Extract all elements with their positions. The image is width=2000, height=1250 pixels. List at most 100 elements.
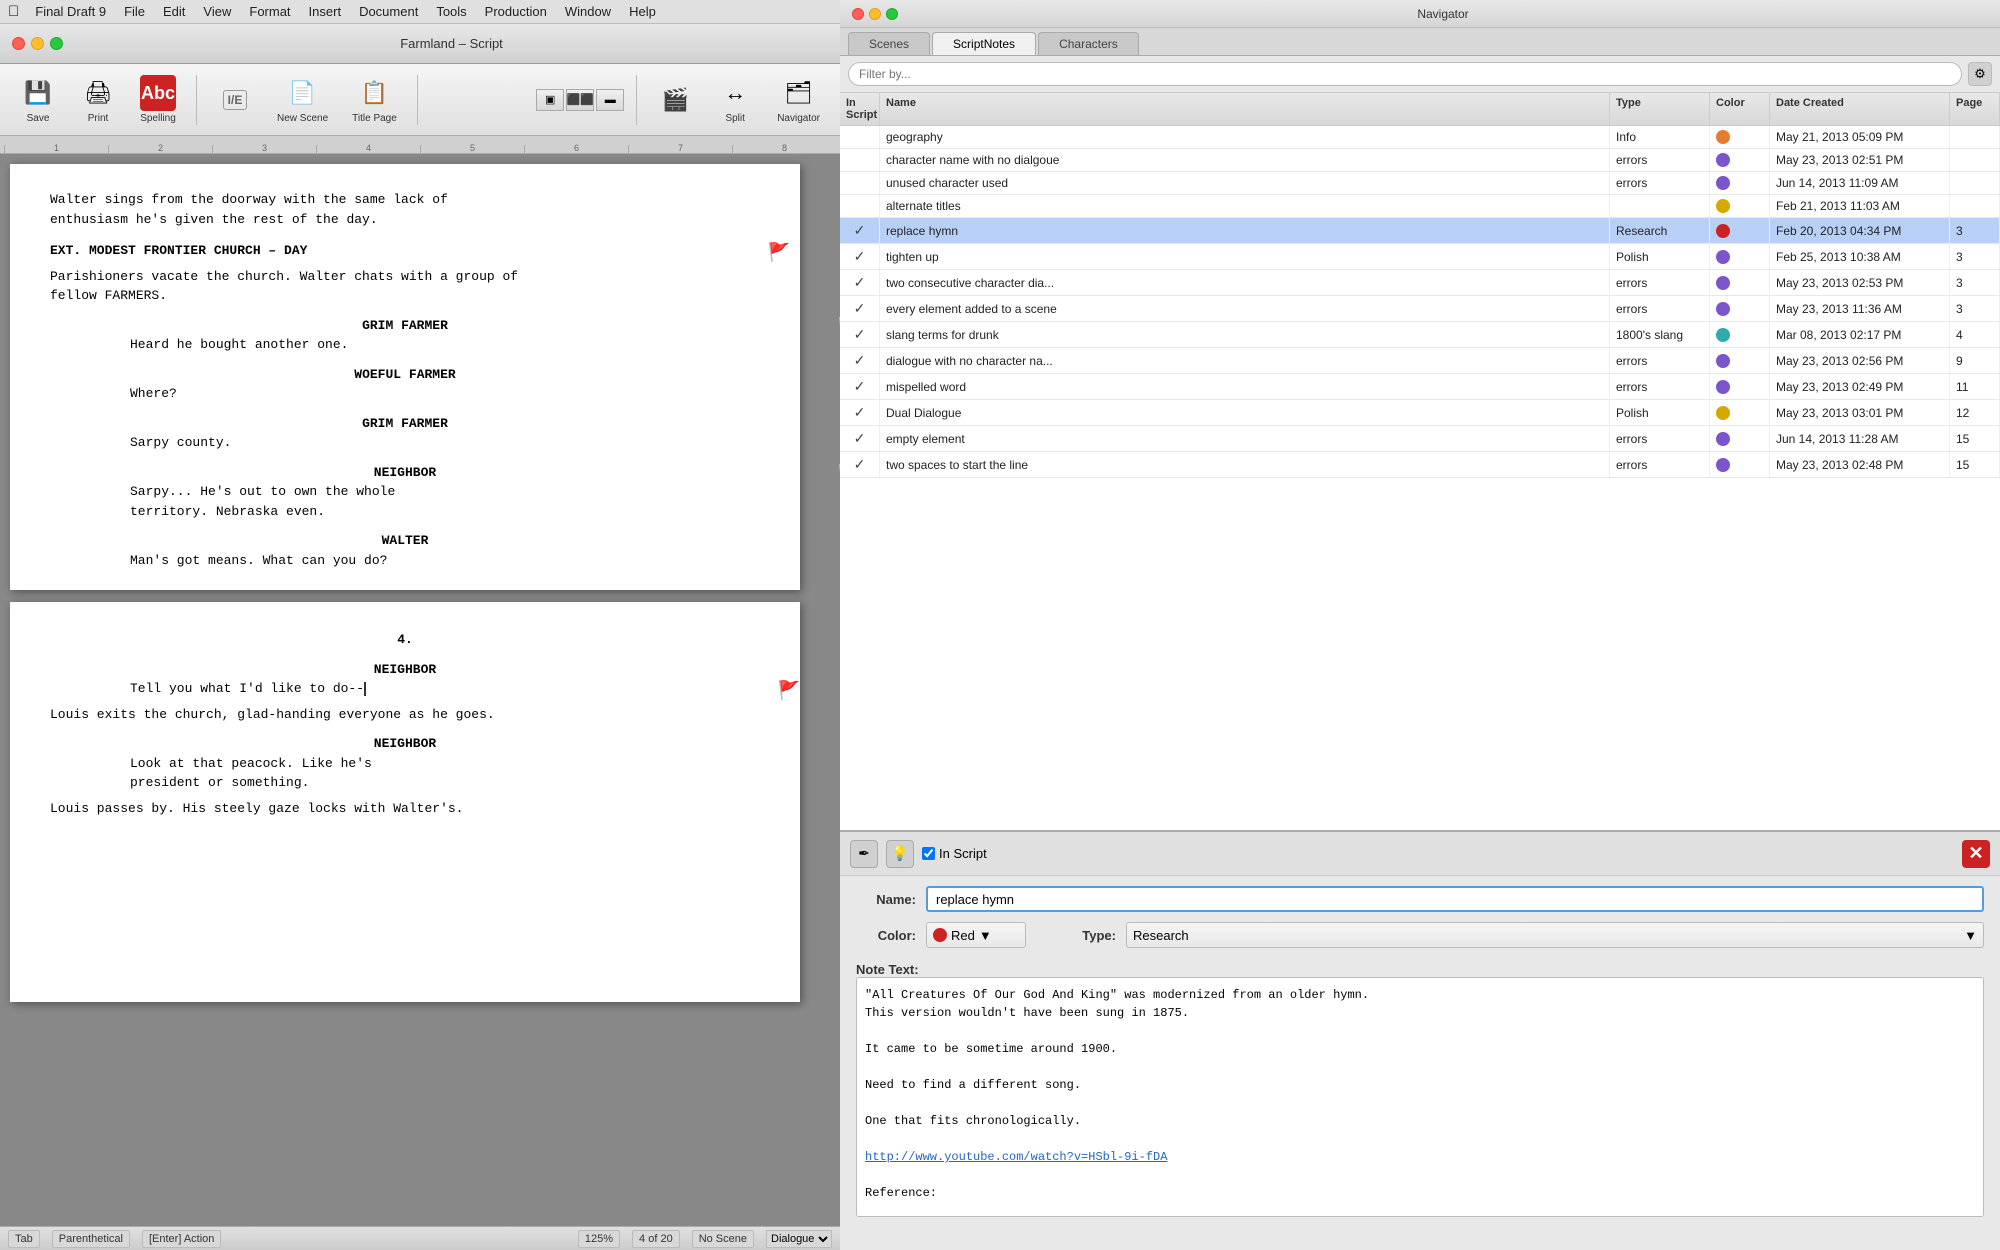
nav-max-button[interactable]: [886, 8, 898, 20]
type-dropdown-arrow: ▼: [1964, 928, 1977, 943]
view-split-h[interactable]: ▬: [596, 89, 624, 111]
table-row[interactable]: ✓every element added to a sceneerrorsMay…: [840, 296, 2000, 322]
menu-insert[interactable]: Insert: [301, 2, 350, 21]
note-line-5: One that fits chronologically.: [865, 1112, 1975, 1130]
note-line-3: It came to be sometime around 1900.: [865, 1040, 1975, 1058]
table-row[interactable]: ✓replace hymnResearchFeb 20, 2013 04:34 …: [840, 218, 2000, 244]
tab-scriptnotes[interactable]: ScriptNotes: [932, 32, 1036, 55]
search-options-button[interactable]: ⚙: [1968, 62, 1992, 86]
color-select[interactable]: Red ▼: [926, 922, 1026, 948]
name-input[interactable]: [926, 886, 1984, 912]
row-color-0: [1710, 126, 1770, 148]
menu-production[interactable]: Production: [477, 2, 555, 21]
dialogue-walter-1: Man's got means. What can you do?: [130, 551, 680, 571]
flag-dialogue-1[interactable]: 🚩: [778, 679, 800, 706]
nav-window-title: Navigator: [898, 7, 1988, 21]
row-page-13: 15: [1950, 452, 2000, 477]
detail-script-icon[interactable]: ✒: [850, 840, 878, 868]
table-row[interactable]: ✓two consecutive character dia...errorsM…: [840, 270, 2000, 296]
scene-cards-button[interactable]: 🎬: [649, 78, 701, 122]
row-type-13: errors: [1610, 452, 1710, 477]
ruler-mark-2: 2: [108, 145, 212, 153]
minimize-button[interactable]: [31, 37, 44, 50]
row-check-10: ✓: [840, 374, 880, 399]
menu-file[interactable]: File: [116, 2, 153, 21]
navigator-icon: 🗂: [781, 75, 817, 111]
ruler-mark-8: 8: [732, 145, 836, 153]
toolbar-separator-3: [636, 75, 637, 125]
name-label: Name:: [856, 892, 916, 907]
tab-characters[interactable]: Characters: [1038, 32, 1139, 55]
navigator-button[interactable]: 🗂 Navigator: [769, 71, 828, 128]
flag-char-1[interactable]: 🚩: [838, 316, 840, 343]
scene-cards-icon: 🎬: [657, 82, 693, 118]
menu-app[interactable]: Final Draft 9: [27, 2, 114, 21]
table-row[interactable]: ✓dialogue with no character na...errorsM…: [840, 348, 2000, 374]
spelling-button[interactable]: Abc Spelling: [132, 71, 184, 128]
row-type-11: Polish: [1610, 400, 1710, 425]
table-row[interactable]: ✓Dual DialoguePolishMay 23, 2013 03:01 P…: [840, 400, 2000, 426]
note-link-1[interactable]: http://www.youtube.com/watch?v=HSbl-9i-f…: [865, 1148, 1975, 1166]
new-scene-button[interactable]: 📄 New Scene: [269, 71, 336, 128]
maximize-button[interactable]: [50, 37, 63, 50]
element-type-select[interactable]: Dialogue: [766, 1230, 832, 1248]
tab-scenes[interactable]: Scenes: [848, 32, 930, 55]
table-row[interactable]: alternate titlesFeb 21, 2013 11:03 AM: [840, 195, 2000, 218]
nav-min-button[interactable]: [869, 8, 881, 20]
note-textarea[interactable]: "All Creatures Of Our God And King" was …: [856, 977, 1984, 1217]
row-date-12: Jun 14, 2013 11:28 AM: [1770, 426, 1950, 451]
row-date-8: Mar 08, 2013 02:17 PM: [1770, 322, 1950, 347]
table-header: In Script Name Type Color Date Created P…: [840, 93, 2000, 126]
detail-close-button[interactable]: ✕: [1962, 840, 1990, 868]
row-type-3: [1610, 195, 1710, 217]
table-row[interactable]: ✓empty elementerrorsJun 14, 2013 11:28 A…: [840, 426, 2000, 452]
table-row[interactable]: unused character usederrorsJun 14, 2013 …: [840, 172, 2000, 195]
in-script-checkbox[interactable]: [922, 847, 935, 860]
table-row[interactable]: ✓mispelled worderrorsMay 23, 2013 02:49 …: [840, 374, 2000, 400]
row-check-1: [840, 149, 880, 171]
menu-tools[interactable]: Tools: [428, 2, 474, 21]
script-pages[interactable]: Walter sings from the doorway with the s…: [0, 154, 840, 1226]
view-split-v[interactable]: ⬛⬛: [566, 89, 594, 111]
script-page-2: 4. NEIGHBOR Tell you what I'd like to do…: [10, 602, 800, 1002]
nav-close-button[interactable]: [852, 8, 864, 20]
type-select[interactable]: Research ▼: [1126, 922, 1984, 948]
table-row[interactable]: ✓tighten upPolishFeb 25, 2013 10:38 AM3: [840, 244, 2000, 270]
view-buttons: ▣ ⬛⬛ ▬: [536, 89, 624, 111]
menu-document[interactable]: Document: [351, 2, 426, 21]
check-mark: ✓: [854, 300, 866, 317]
close-button[interactable]: [12, 37, 25, 50]
detail-form: Name: Color: Red ▼ Type: Research ▼ Note…: [840, 876, 2000, 1227]
menu-window[interactable]: Window: [557, 2, 619, 21]
menu-format[interactable]: Format: [241, 2, 298, 21]
detail-bulb-icon[interactable]: 💡: [886, 840, 914, 868]
menu-edit[interactable]: Edit: [155, 2, 193, 21]
split-button[interactable]: ↔ Split: [709, 71, 761, 128]
search-input[interactable]: [848, 62, 1962, 86]
row-check-3: [840, 195, 880, 217]
row-color-13: [1710, 452, 1770, 477]
note-line-2: This version wouldn't have been sung in …: [865, 1004, 1975, 1022]
title-page-button[interactable]: 📋 Title Page: [344, 71, 405, 128]
ie-button[interactable]: I/E: [209, 78, 261, 122]
row-type-6: errors: [1610, 270, 1710, 295]
table-row[interactable]: ✓two spaces to start the lineerrorsMay 2…: [840, 452, 2000, 478]
view-single[interactable]: ▣: [536, 89, 564, 111]
table-row[interactable]: character name with no dialgoueerrorsMay…: [840, 149, 2000, 172]
menu-help[interactable]: Help: [621, 2, 664, 21]
ruler-mark-5: 5: [420, 145, 524, 153]
row-name-3: alternate titles: [880, 195, 1610, 217]
table-row[interactable]: ✓slang terms for drunk1800's slangMar 08…: [840, 322, 2000, 348]
print-button[interactable]: 🖨 Print: [72, 71, 124, 128]
row-page-11: 12: [1950, 400, 2000, 425]
flag-scene-1[interactable]: 🚩: [768, 241, 790, 268]
flag-char-2[interactable]: 🚩: [838, 463, 840, 490]
col-in-script: In Script: [840, 93, 880, 125]
title-bar: Farmland – Script: [0, 24, 840, 64]
table-row[interactable]: geographyInfoMay 21, 2013 05:09 PM: [840, 126, 2000, 149]
menu-view[interactable]: View: [195, 2, 239, 21]
save-button[interactable]: 💾 Save: [12, 71, 64, 128]
dialogue-woeful-1: Where?: [130, 384, 680, 404]
note-text-label: Note Text:: [856, 962, 1984, 977]
status-parenthetical: Parenthetical: [52, 1230, 130, 1248]
